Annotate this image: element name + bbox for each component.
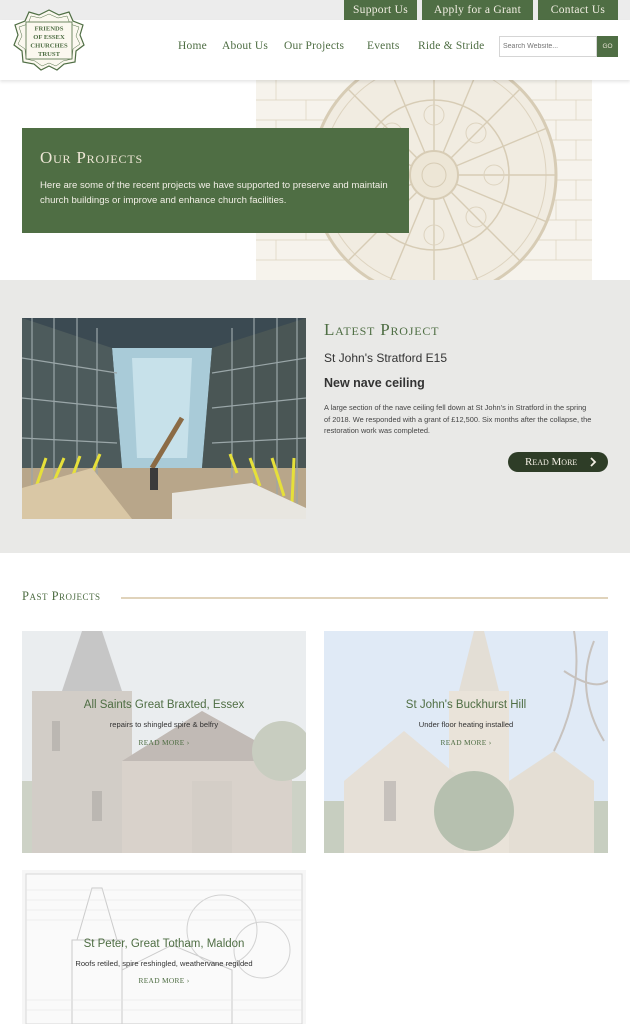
latest-project-title: New nave ceiling: [324, 376, 425, 390]
card-subtitle: Under floor heating installed: [418, 720, 514, 729]
utility-bar: Support Us Apply for a Grant Contact Us: [0, 0, 630, 20]
read-more-button[interactable]: Read More: [508, 452, 608, 472]
search-go-button[interactable]: GO: [597, 36, 618, 57]
contact-us-button[interactable]: Contact Us: [538, 0, 618, 20]
site-logo[interactable]: FRIENDS OF ESSEX CHURCHES TRUST: [13, 9, 85, 71]
page-title: Our Projects: [40, 148, 143, 167]
logo-line-3: CHURCHES: [30, 43, 68, 50]
logo-line-1: FRIENDS: [35, 26, 64, 33]
nav-about-us[interactable]: About Us: [222, 40, 268, 54]
card-read-more-label: READ MORE: [440, 738, 487, 747]
chevron-right-icon: ›: [186, 738, 190, 747]
latest-project-description: A large section of the nave ceiling fell…: [324, 403, 592, 436]
card-title: St John's Buckhurst Hill: [405, 699, 527, 711]
read-more-label: Read More: [525, 456, 578, 468]
section-divider: [121, 597, 608, 599]
nav-events[interactable]: Events: [367, 40, 400, 54]
past-projects-heading: Past Projects: [22, 589, 101, 603]
card-read-more-label: READ MORE: [138, 738, 185, 747]
project-card-great-totham[interactable]: St Peter, Great Totham, Maldon Roofs ret…: [22, 870, 306, 1024]
nav-ride-and-stride[interactable]: Ride & Stride: [418, 40, 485, 54]
logo-line-4: TRUST: [38, 51, 61, 58]
chevron-right-icon: [590, 457, 597, 467]
card-read-more-link[interactable]: READ MORE ›: [324, 738, 608, 747]
apply-for-grant-button[interactable]: Apply for a Grant: [422, 0, 533, 20]
nav-home[interactable]: Home: [178, 40, 207, 54]
card-read-more-label: READ MORE: [138, 976, 185, 985]
card-read-more-link[interactable]: READ MORE ›: [22, 976, 306, 985]
hero-intro-text: Here are some of the recent projects we …: [40, 180, 388, 206]
project-card-great-braxted[interactable]: All Saints Great Braxted, Essex repairs …: [22, 631, 306, 853]
card-subtitle: Roofs retiled, spire reshingled, weather…: [75, 959, 253, 968]
chevron-right-icon: ›: [186, 976, 190, 985]
nav-our-projects[interactable]: Our Projects: [284, 40, 344, 54]
latest-project-church: St John's Stratford E15: [324, 351, 448, 365]
project-card-buckhurst-hill[interactable]: St John's Buckhurst Hill Under floor hea…: [324, 631, 608, 853]
card-read-more-link[interactable]: READ MORE ›: [22, 738, 306, 747]
card-subtitle: repairs to shingled spire & belfry: [109, 720, 219, 729]
latest-project-photo[interactable]: [22, 318, 306, 519]
search-input[interactable]: [499, 36, 597, 57]
support-us-button[interactable]: Support Us: [344, 0, 417, 20]
card-title: All Saints Great Braxted, Essex: [83, 699, 245, 711]
logo-line-2: OF ESSEX: [33, 34, 65, 41]
card-title: St Peter, Great Totham, Maldon: [83, 938, 245, 950]
chevron-right-icon: ›: [488, 738, 492, 747]
latest-project-heading: Latest Project: [324, 320, 440, 339]
